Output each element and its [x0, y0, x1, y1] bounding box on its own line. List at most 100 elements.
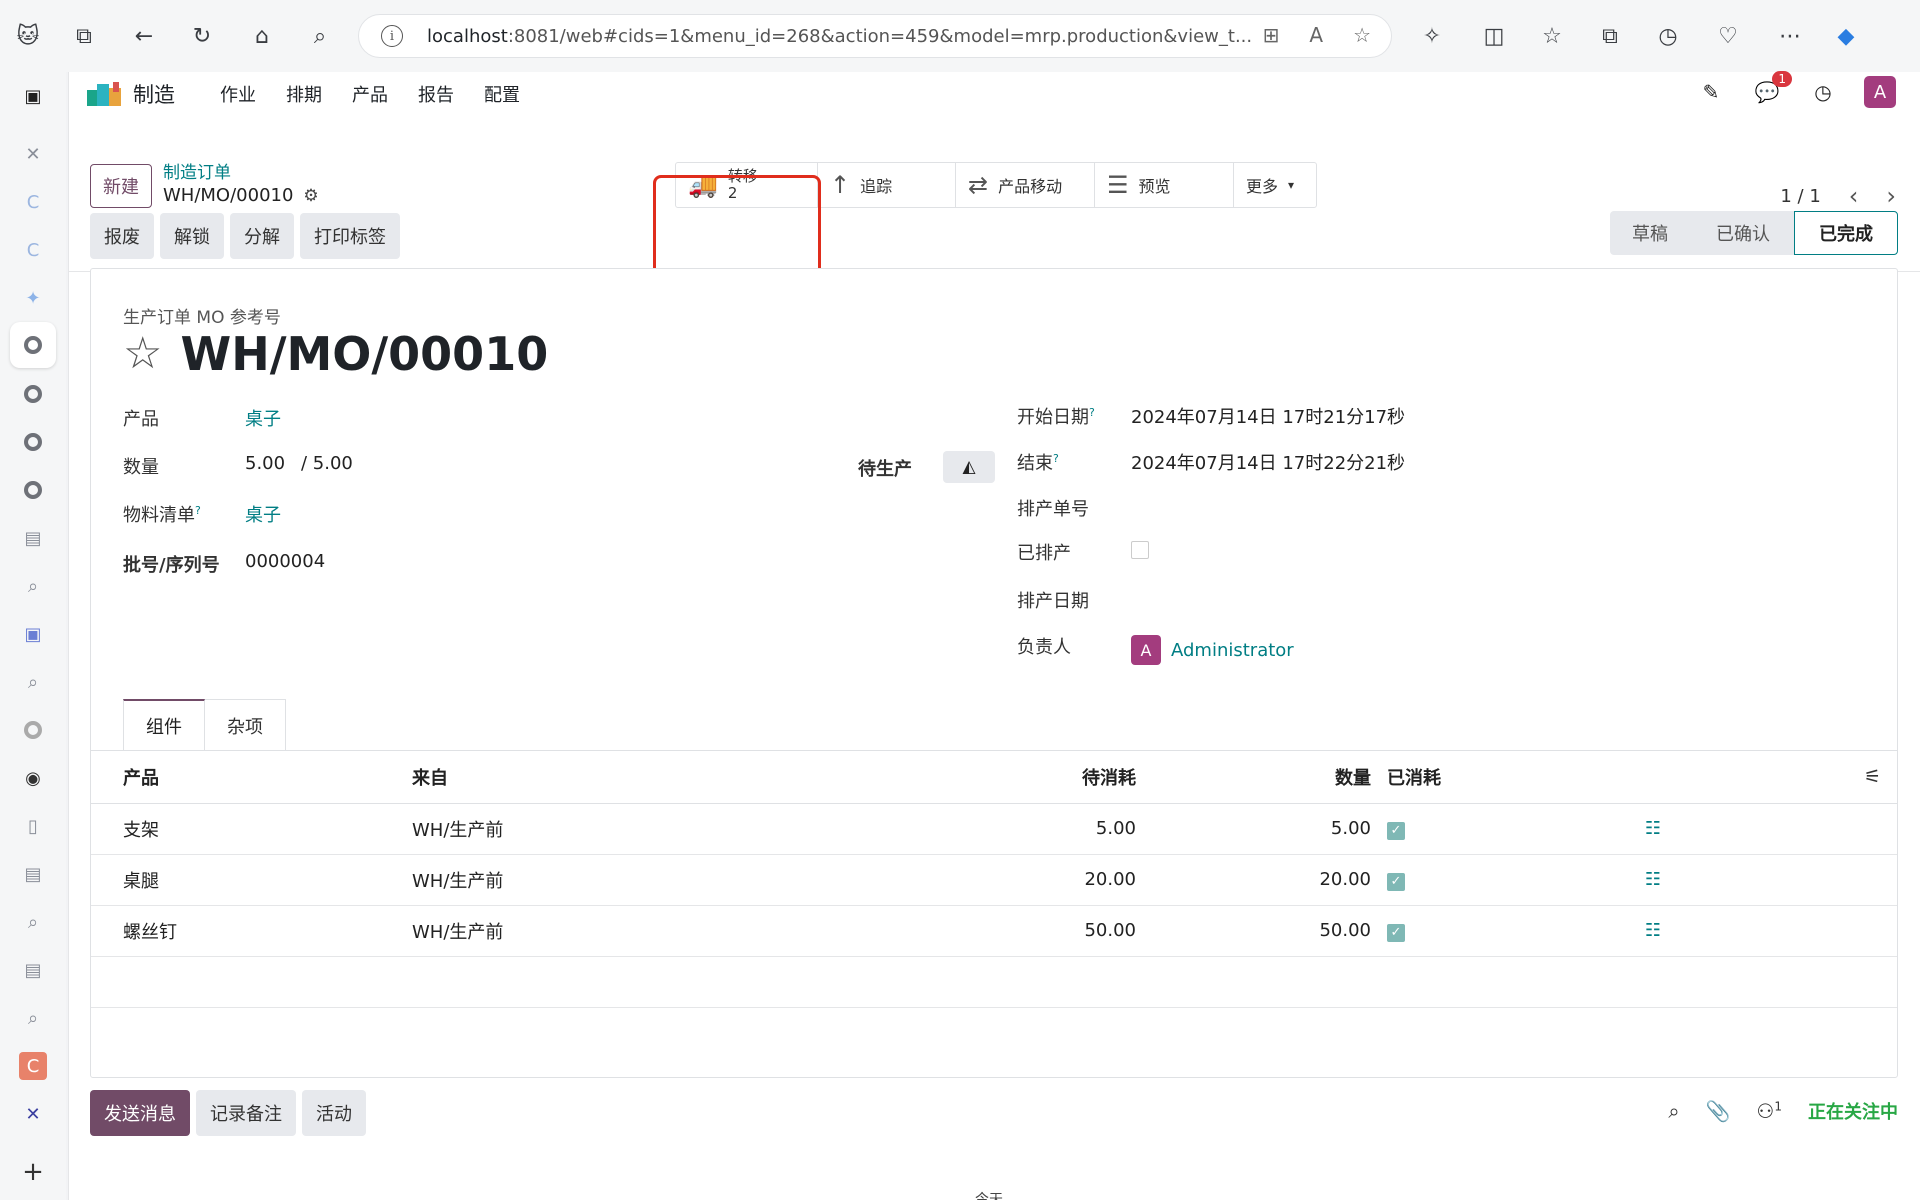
menu-configuration[interactable]: 配置 [469, 81, 535, 107]
x-app-icon[interactable]: ✕ [19, 1100, 47, 1128]
paperclip-icon[interactable]: 📎 [1706, 1099, 1731, 1123]
forecast-chart-button[interactable]: ◭ [943, 451, 995, 483]
scrap-button[interactable]: 报废 [90, 213, 154, 259]
gear-icon[interactable]: ⚙ [303, 186, 318, 206]
table-row[interactable]: 支架 WH/生产前 5.00 5.00 ✓ ☷ [91, 803, 1897, 855]
trace-smart-button[interactable]: ↑ 追踪 [818, 163, 956, 207]
search-icon[interactable]: ⌕ [304, 20, 336, 52]
search-small-icon[interactable]: ⌕ [19, 1004, 47, 1032]
scheduled-checkbox[interactable] [1131, 541, 1149, 559]
circle-app-icon[interactable] [19, 716, 47, 744]
c-orange-app-icon[interactable]: C [19, 1052, 47, 1080]
more-icon[interactable]: ⋯ [1774, 20, 1806, 52]
c-app-icon-2[interactable]: C [19, 236, 47, 264]
status-confirmed[interactable]: 已确认 [1692, 211, 1794, 255]
detailed-operations-icon[interactable]: ☷ [1645, 920, 1661, 941]
followers-button[interactable]: ⚇1 [1756, 1099, 1782, 1123]
responsible-value[interactable]: Administrator [1171, 640, 1294, 661]
menu-products[interactable]: 产品 [337, 81, 403, 107]
sparkle-icon[interactable]: ✦ [19, 284, 47, 312]
bom-value[interactable]: 桌子 [245, 501, 281, 527]
sidebar-toggle-icon[interactable]: ▣ [19, 82, 47, 110]
favorite-star-icon[interactable]: ☆ [1353, 23, 1371, 47]
responsible-field[interactable]: A Administrator [1131, 635, 1294, 665]
status-draft[interactable]: 草稿 [1610, 211, 1692, 255]
search-small-icon[interactable]: ⌕ [19, 572, 47, 600]
unlock-button[interactable]: 解锁 [160, 213, 224, 259]
col-from[interactable]: 来自 [404, 751, 944, 804]
table-row[interactable]: 桌腿 WH/生产前 20.00 20.00 ✓ ☷ [91, 854, 1897, 906]
extensions-icon[interactable]: ✧ [1416, 20, 1448, 52]
search-messages-icon[interactable]: ⌕ [1668, 1099, 1679, 1123]
menu-reporting[interactable]: 报告 [403, 81, 469, 107]
table-row[interactable]: 螺丝钉 WH/生产前 50.00 50.00 ✓ ☷ [91, 905, 1897, 957]
circle-app-icon[interactable] [19, 380, 47, 408]
app-tile-icon[interactable]: ▣ [19, 620, 47, 648]
product-moves-smart-button[interactable]: ⇄ 产品移动 [956, 163, 1095, 207]
unbuild-button[interactable]: 分解 [230, 213, 294, 259]
optional-columns-toggle[interactable]: ⚟ [1709, 751, 1897, 804]
document-icon[interactable]: ▯ [19, 812, 47, 840]
favorites-icon[interactable]: ☆ [1536, 20, 1568, 52]
add-icon[interactable]: + [19, 1157, 47, 1187]
start-date-value[interactable]: 2024年07月14日 17时21分17秒 [1131, 403, 1405, 429]
favorite-star-icon[interactable]: ☆ [123, 332, 162, 376]
calendar-icon[interactable]: ▤ [19, 860, 47, 888]
search-small-icon[interactable]: ⌕ [19, 908, 47, 936]
tab-components[interactable]: 组件 [123, 699, 205, 751]
apps-icon[interactable]: ⊞ [1263, 23, 1280, 47]
new-button[interactable]: 新建 [90, 164, 152, 208]
github-icon[interactable]: ◉ [19, 764, 47, 792]
calendar-icon[interactable]: ▤ [19, 524, 47, 552]
send-message-button[interactable]: 发送消息 [90, 1090, 190, 1136]
product-value[interactable]: 桌子 [245, 405, 281, 431]
preview-smart-button[interactable]: ☰ 预览 [1095, 163, 1234, 207]
chat-icon[interactable]: 💬 1 [1752, 71, 1792, 107]
health-icon[interactable]: ♡ [1712, 20, 1744, 52]
history-icon[interactable]: ◷ [1652, 20, 1684, 52]
x-icon[interactable]: ✕ [19, 140, 47, 168]
reload-icon[interactable]: ↻ [186, 20, 218, 52]
app-brand[interactable]: 制造 [133, 79, 175, 109]
checked-checkbox[interactable]: ✓ [1387, 923, 1405, 942]
col-quantity[interactable]: 数量 [1144, 751, 1379, 804]
following-button[interactable]: 正在关注中 [1808, 1098, 1898, 1124]
calendar-icon[interactable]: ▤ [19, 956, 47, 984]
end-date-value[interactable]: 2024年07月14日 17时22分21秒 [1131, 449, 1405, 475]
pager-value[interactable]: 1 / 1 [1780, 186, 1820, 207]
collections-icon[interactable]: ⧉ [1594, 20, 1626, 52]
quantity-value[interactable]: 5.00 [245, 453, 285, 474]
col-product[interactable]: 产品 [91, 751, 404, 804]
edit-note-icon[interactable]: ✎ [1696, 77, 1726, 107]
detailed-operations-icon[interactable]: ☷ [1645, 818, 1661, 839]
home-icon[interactable]: ⌂ [246, 20, 278, 52]
manufacturing-logo-icon[interactable] [85, 78, 123, 108]
read-aloud-icon[interactable]: A [1309, 23, 1323, 47]
address-bar[interactable]: i localhost:8081/web#cids=1&menu_id=268&… [358, 14, 1392, 58]
split-screen-icon[interactable]: ◫ [1478, 20, 1510, 52]
checked-checkbox[interactable]: ✓ [1387, 821, 1405, 840]
breadcrumb-parent[interactable]: 制造订单 [163, 158, 319, 183]
print-labels-button[interactable]: 打印标签 [300, 213, 400, 259]
chevron-left-icon[interactable]: ‹ [1849, 182, 1859, 210]
transfer-smart-button[interactable]: 🚚 转移 2 [676, 163, 818, 207]
menu-operations[interactable]: 作业 [205, 81, 271, 107]
col-consumed[interactable]: 已消耗 [1379, 751, 1709, 804]
circle-app-icon[interactable] [19, 476, 47, 504]
clock-icon[interactable]: ◷ [1808, 77, 1838, 107]
lot-value[interactable]: 0000004 [245, 551, 325, 572]
copilot-icon[interactable]: ◆ [1830, 20, 1862, 52]
tabs-icon[interactable]: ⧉ [68, 20, 100, 52]
log-note-button[interactable]: 记录备注 [196, 1090, 296, 1136]
activity-button[interactable]: 活动 [302, 1090, 366, 1136]
more-dropdown-button[interactable]: 更多 ▾ [1234, 163, 1316, 207]
circle-app-icon-selected[interactable] [10, 322, 56, 368]
checked-checkbox[interactable]: ✓ [1387, 872, 1405, 891]
site-info-icon[interactable]: i [381, 25, 403, 47]
tab-misc[interactable]: 杂项 [205, 699, 286, 751]
c-app-icon[interactable]: C [19, 188, 47, 216]
col-to-consume[interactable]: 待消耗 [944, 751, 1144, 804]
user-avatar[interactable]: A [1864, 76, 1896, 108]
detailed-operations-icon[interactable]: ☷ [1645, 869, 1661, 890]
status-done[interactable]: 已完成 [1794, 211, 1898, 255]
